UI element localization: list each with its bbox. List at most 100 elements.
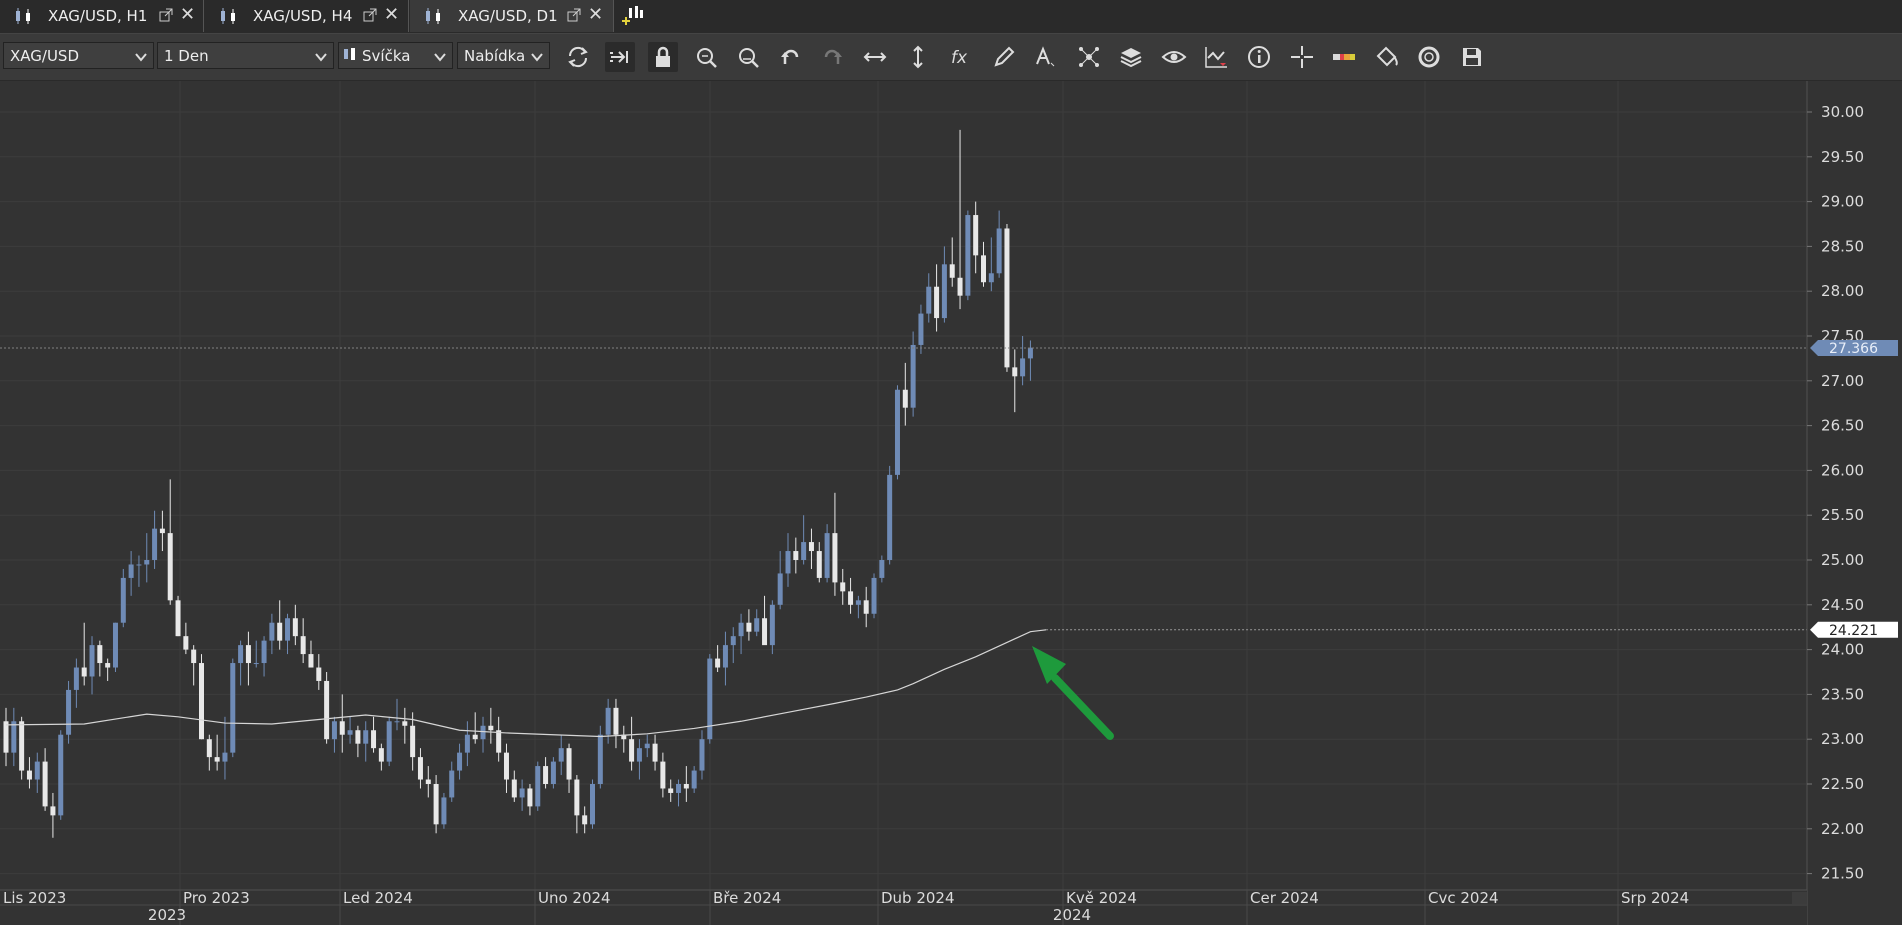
zoom-in-icon[interactable] — [691, 42, 721, 72]
candle-body — [840, 582, 846, 592]
candle — [894, 385, 900, 480]
candlestick-series — [3, 129, 1033, 838]
candle-body — [644, 743, 650, 749]
candle-body — [934, 286, 940, 319]
tab-xag-usd-d1[interactable]: XAG/USD, D1 ✕ — [410, 0, 614, 32]
tab-bar: XAG/USD, H1 ✕ XAG/USD, H4 ✕ XAG/USD, D1 … — [0, 0, 1902, 34]
candle-body — [3, 721, 9, 753]
pencil-icon[interactable] — [989, 42, 1019, 72]
price-tick-label: 28.50 — [1821, 237, 1864, 255]
price-chart[interactable]: 30.0029.5029.0028.5028.0027.5027.0026.50… — [0, 81, 1902, 925]
refresh-icon[interactable] — [563, 42, 593, 72]
candle — [464, 721, 470, 767]
network-icon[interactable] — [1074, 42, 1104, 72]
candle-body — [926, 286, 932, 314]
candle-body — [754, 618, 760, 632]
month-label: Pro 2023 — [183, 889, 250, 907]
candle-body — [879, 560, 885, 578]
candle-body — [331, 721, 337, 740]
redo-icon[interactable] — [818, 42, 848, 72]
candle-body — [988, 273, 994, 283]
tab-xag-usd-h1[interactable]: XAG/USD, H1 ✕ — [0, 0, 204, 32]
candle — [1004, 224, 1010, 372]
instrument-select[interactable]: XAG/USD — [3, 42, 154, 69]
price-tick-label: 24.00 — [1821, 641, 1864, 659]
candle — [848, 577, 854, 614]
close-icon[interactable]: ✕ — [384, 6, 399, 24]
paint-bucket-icon[interactable] — [1372, 42, 1402, 72]
chart-type-select[interactable]: Svíčka — [338, 42, 453, 69]
zoom-out-icon[interactable] — [733, 42, 763, 72]
candle — [832, 492, 838, 596]
fit-vertical-icon[interactable] — [903, 42, 933, 72]
candle — [644, 734, 650, 758]
current-price-text: 27.366 — [1829, 341, 1878, 357]
candle — [402, 707, 408, 744]
popout-icon[interactable] — [567, 8, 581, 22]
candle-body — [300, 636, 306, 655]
candle — [199, 654, 204, 740]
price-side-select[interactable]: Nabídka — [457, 42, 550, 69]
candle-body — [816, 551, 822, 578]
candle-body — [152, 528, 158, 560]
candle — [691, 766, 697, 793]
tab-xag-usd-h4[interactable]: XAG/USD, H4 ✕ — [205, 0, 409, 32]
eye-icon[interactable] — [1159, 42, 1189, 72]
candle-body — [894, 389, 900, 475]
popout-icon[interactable] — [363, 8, 377, 22]
function-icon[interactable]: fx — [946, 42, 976, 72]
close-icon[interactable]: ✕ — [588, 6, 603, 24]
candle-body — [34, 761, 40, 780]
candle — [386, 716, 392, 767]
crosshair-icon[interactable] — [1287, 42, 1317, 72]
candle-body — [910, 344, 916, 408]
candle — [543, 757, 549, 789]
save-icon[interactable] — [1457, 42, 1487, 72]
candle — [167, 479, 173, 605]
candle — [683, 766, 689, 802]
candle-body — [1027, 347, 1033, 359]
candle-body — [105, 663, 111, 668]
candle-body — [206, 739, 212, 758]
fit-horizontal-icon[interactable] — [860, 42, 890, 72]
candle — [605, 698, 611, 744]
chevron-down-icon — [434, 49, 446, 67]
price-tick-label: 21.50 — [1821, 865, 1864, 883]
cycle-icon[interactable] — [1414, 42, 1444, 72]
candle-body — [801, 542, 807, 560]
add-chart-icon[interactable] — [620, 4, 644, 32]
lock-icon[interactable] — [648, 42, 678, 72]
candle-body — [722, 645, 728, 668]
auto-shift-icon[interactable] — [605, 42, 635, 72]
period-select[interactable]: 1 Den — [157, 42, 334, 69]
svg-text:fx: fx — [951, 48, 968, 68]
candle — [19, 716, 25, 780]
candle-body — [66, 689, 72, 735]
arrow-head — [1032, 646, 1066, 684]
layers-icon[interactable] — [1116, 42, 1146, 72]
candle-body — [238, 645, 244, 664]
info-icon[interactable] — [1244, 42, 1274, 72]
popout-icon[interactable] — [159, 8, 173, 22]
candle-body — [503, 752, 509, 780]
candle-body — [73, 667, 79, 690]
close-icon[interactable]: ✕ — [180, 6, 195, 24]
signal-icon[interactable] — [1201, 42, 1231, 72]
level-indicator-icon[interactable] — [1329, 42, 1359, 72]
text-icon[interactable] — [1031, 42, 1061, 72]
candle-body — [308, 654, 314, 668]
candle-body — [769, 604, 775, 646]
candle — [11, 707, 17, 767]
candle-body — [386, 721, 392, 762]
price-tick-label: 28.00 — [1821, 282, 1864, 300]
candle-body — [42, 761, 48, 807]
candle — [371, 716, 377, 753]
time-axis-scroll-end[interactable] — [1792, 892, 1807, 904]
candle — [535, 761, 541, 811]
candle — [988, 237, 994, 292]
undo-icon[interactable] — [775, 42, 805, 72]
price-tick-label: 22.00 — [1821, 820, 1864, 838]
candle-body — [660, 761, 666, 789]
candle-body — [410, 725, 416, 758]
candle-body — [58, 734, 64, 816]
